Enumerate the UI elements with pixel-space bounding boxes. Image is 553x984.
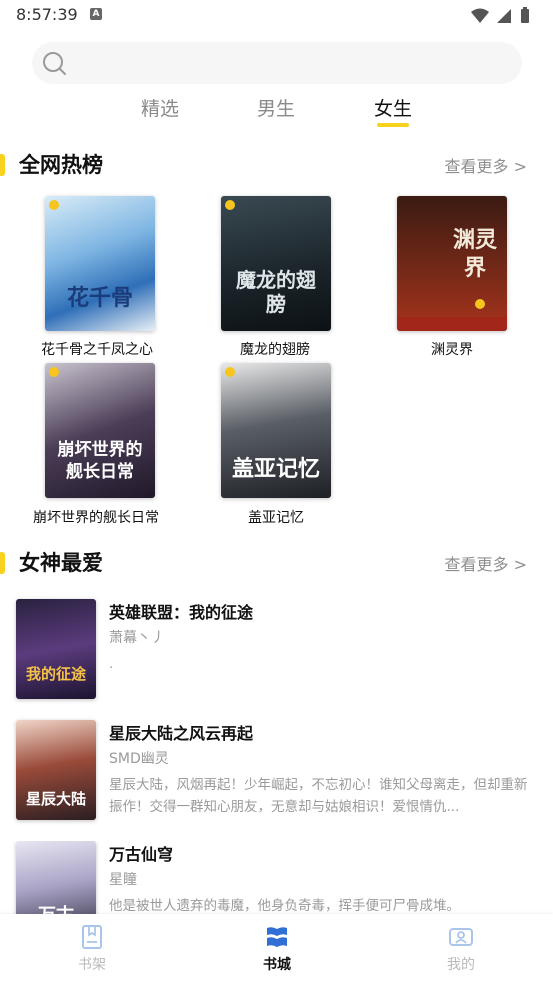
cover-title: 崩坏世界的舰长日常 (57, 440, 143, 482)
book-title: 万古仙穹 (109, 845, 174, 864)
nav-label: 书城 (263, 957, 291, 973)
section-accent-bar (0, 552, 5, 574)
active-tab-indicator (377, 123, 409, 127)
see-more-link[interactable]: 查看更多 > (445, 551, 528, 575)
book-description: . (109, 656, 114, 672)
search-input[interactable] (32, 42, 522, 84)
status-bar: 8:57:39 A (0, 0, 553, 32)
tab-male[interactable]: 男生 (236, 94, 316, 121)
book-cover[interactable]: 盖亚记忆 (221, 363, 331, 498)
section-accent-bar (0, 154, 5, 176)
cover-title: 渊灵界 (452, 227, 497, 281)
book-cover: 我的征途 (16, 599, 96, 699)
book-title[interactable]: 魔龙的翅膀 (240, 339, 310, 359)
book-title[interactable]: 盖亚记忆 (248, 507, 304, 527)
status-time: 8:57:39 (16, 5, 78, 24)
cover-title: 我的征途 (25, 665, 86, 683)
goddess-list-header: 女神最爱 查看更多 > (0, 546, 553, 580)
book-title[interactable]: 崩坏世界的舰长日常 (33, 507, 159, 527)
publisher-badge-icon (225, 200, 235, 210)
cover-title: 星辰大陆 (25, 790, 86, 808)
book-cover: 万古 (16, 841, 96, 914)
list-item[interactable]: 我的征途 英雄联盟：我的征途 萧幕丶丿 . (0, 599, 553, 709)
book-title[interactable]: 渊灵界 (431, 339, 473, 359)
book-description: 星辰大陆，风烟再起！少年崛起，不忘初心！谁知父母离走，但却重新振作！交得一群知心… (109, 777, 528, 815)
tab-featured[interactable]: 精选 (120, 94, 200, 121)
nav-bookshelf[interactable]: 书架 (52, 924, 132, 974)
hot-list-header: 全网热榜 查看更多 > (0, 148, 553, 182)
notification-icon: A (90, 8, 102, 20)
bottom-nav: 书架 书城 我的 (0, 914, 553, 984)
book-author: 星瞳 (109, 872, 137, 888)
bookshelf-icon (82, 925, 102, 949)
book-cover: 星辰大陆 (16, 720, 96, 820)
list-item[interactable]: 星辰大陆 星辰大陆之风云再起 SMD幽灵 星辰大陆，风烟再起！少年崛起，不忘初心… (0, 720, 553, 830)
book-cover[interactable]: 渊灵界 (397, 196, 507, 331)
book-author: SMD幽灵 (109, 751, 169, 767)
book-cover[interactable]: 魔龙的翅膀 (221, 196, 331, 331)
list-item[interactable]: 万古 万古仙穹 星瞳 他是被世人遗弃的毒魔，他身负奇毒，挥手便可尸骨成堆。 (0, 841, 553, 914)
cover-title: 花千骨 (66, 285, 133, 311)
category-tabs: 精选 男生 女生 (0, 92, 553, 132)
nav-mine[interactable]: 我的 (421, 924, 501, 974)
cover-title: 魔龙的翅膀 (236, 268, 316, 316)
profile-icon (449, 928, 473, 946)
book-title[interactable]: 花千骨之千凤之心 (41, 339, 153, 359)
nav-label: 书架 (78, 957, 106, 973)
tab-female[interactable]: 女生 (353, 94, 433, 121)
nav-label: 我的 (447, 957, 475, 973)
publisher-badge-icon (225, 367, 235, 377)
book-title: 英雄联盟：我的征途 (109, 603, 254, 622)
book-cover[interactable]: 花千骨 (45, 196, 155, 331)
cover-footer (397, 317, 507, 331)
book-description: 他是被世人遗弃的毒魔，他身负奇毒，挥手便可尸骨成堆。 (109, 898, 460, 914)
cover-title: 万古 (16, 901, 96, 914)
bookstore-icon (267, 927, 287, 947)
nav-bookstore[interactable]: 书城 (237, 924, 317, 974)
publisher-badge-icon (475, 299, 485, 309)
publisher-badge-icon (49, 200, 59, 210)
publisher-badge-icon (49, 367, 59, 377)
search-icon (43, 52, 66, 75)
cover-title: 盖亚记忆 (231, 456, 320, 482)
see-more-link[interactable]: 查看更多 > (445, 153, 528, 177)
book-cover[interactable]: 崩坏世界的舰长日常 (45, 363, 155, 498)
book-title: 星辰大陆之风云再起 (109, 724, 254, 743)
signal-battery-icons (471, 7, 529, 23)
book-author: 萧幕丶丿 (109, 630, 165, 646)
section-title: 女神最爱 (19, 551, 103, 575)
section-title: 全网热榜 (19, 153, 103, 177)
